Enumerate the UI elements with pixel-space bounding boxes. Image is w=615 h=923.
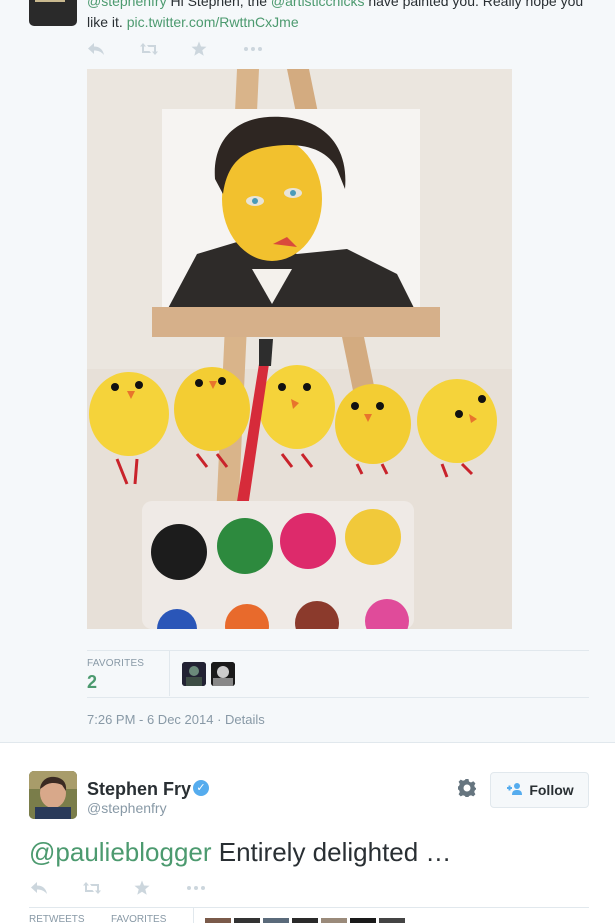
favorites-label: FAVORITES [111,914,167,923]
tweet-photo[interactable] [87,69,512,629]
favoriter-avatars [205,918,465,923]
tweet-text: @paulieblogger Entirely delighted … [29,837,452,867]
follow-user-icon [505,782,523,799]
follow-label: Follow [529,782,574,798]
stat-separator [169,650,170,696]
more-icon[interactable] [243,40,295,58]
divider [87,697,589,698]
verified-icon: ✓ [193,780,209,796]
gear-icon[interactable] [457,778,477,804]
avatar[interactable] [29,771,77,819]
more-icon[interactable] [186,879,238,897]
tweet-timestamp: 7:26 PM - 6 Dec 2014 · Details [87,712,265,727]
stat-separator [193,907,194,923]
avatar[interactable] [29,0,77,26]
favoriter-avatar[interactable] [292,918,318,923]
divider [87,650,589,651]
favoriter-avatar[interactable] [263,918,289,923]
pic-link[interactable]: pic.twitter.com/RwttnCxJme [127,14,299,30]
retweet-icon[interactable] [139,40,191,58]
favoriter-avatar[interactable] [205,918,231,923]
retweet-icon[interactable] [82,879,134,897]
mention-link[interactable]: @paulieblogger [29,837,212,867]
section-divider [0,742,615,743]
favorites-label: FAVORITES [87,658,145,669]
tweet-actions [87,40,295,58]
retweets-label: RETWEETS [29,914,85,923]
favoriter-avatar[interactable] [234,918,260,923]
favorite-icon[interactable] [134,879,186,897]
favorites-count[interactable]: 2 [87,672,97,693]
details-link[interactable]: Details [225,712,265,727]
mention-link[interactable]: @artisticchicks [271,0,365,9]
favoriter-avatar[interactable] [211,662,235,686]
display-name[interactable]: Stephen Fry [87,779,191,800]
favoriter-avatar[interactable] [350,918,376,923]
reply-icon[interactable] [30,879,82,897]
follow-button[interactable]: Follow [490,772,589,808]
user-handle[interactable]: @stephenfry [87,800,167,816]
tweet-text: @stephenfry Hi Stephen, the @artisticchi… [87,0,607,33]
divider [29,907,589,908]
favoriter-avatar[interactable] [182,662,206,686]
mention-link[interactable]: @stephenfry [87,0,167,9]
favoriter-avatar[interactable] [379,918,405,923]
favoriter-avatar[interactable] [321,918,347,923]
tweet-actions [30,879,238,897]
reply-icon[interactable] [87,40,139,58]
favorite-icon[interactable] [191,40,243,58]
top-tweet: @stephenfry Hi Stephen, the @artisticchi… [0,0,615,742]
